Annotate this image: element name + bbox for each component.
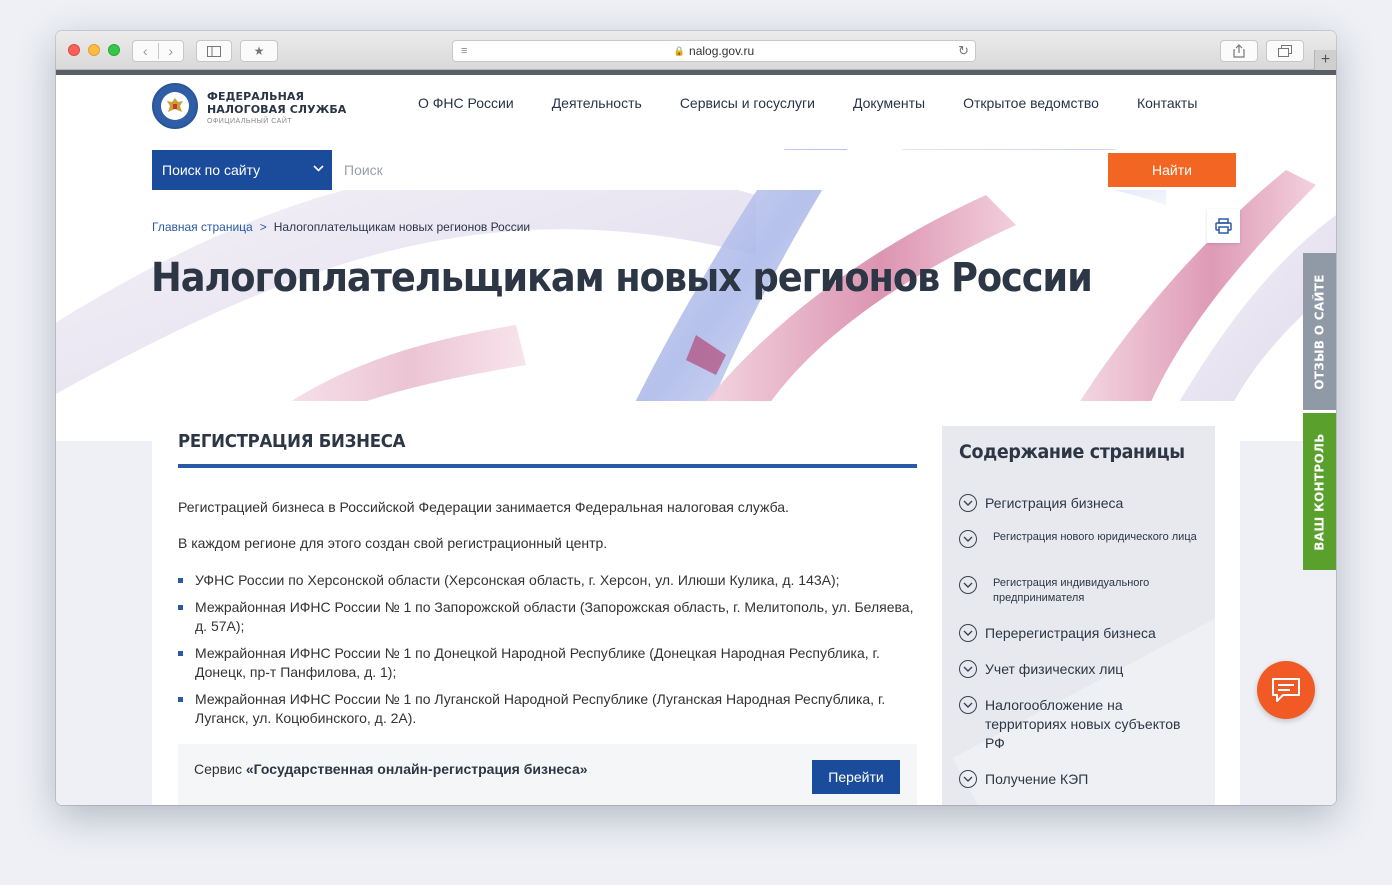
toc-item-kep[interactable]: Получение КЭП	[959, 770, 1088, 789]
main-navigation: О ФНС России Деятельность Сервисы и госу…	[418, 95, 1197, 111]
your-control-tab[interactable]: ВАШ КОНТРОЛЬ	[1303, 413, 1336, 570]
nav-item-about[interactable]: О ФНС России	[418, 95, 514, 111]
back-icon[interactable]: ‹	[133, 43, 159, 59]
chevron-down-circle-icon	[959, 530, 977, 548]
search-scope-select[interactable]: Поиск по сайту	[152, 150, 332, 190]
fns-emblem-icon[interactable]	[152, 83, 198, 129]
page-title: Налогоплательщикам новых регионов России	[151, 255, 1093, 301]
share-icon	[1233, 44, 1245, 58]
web-page: ФЕДЕРАЛЬНАЯ НАЛОГОВАЯ СЛУЖБА ОФИЦИАЛЬНЫЙ…	[56, 75, 1336, 805]
toc-item-reregistration[interactable]: Перерегистрация бизнеса	[959, 624, 1156, 643]
site-feedback-tab[interactable]: ОТЗЫВ О САЙТЕ	[1303, 253, 1336, 410]
printer-icon	[1215, 218, 1232, 234]
toc-item-business-registration[interactable]: Регистрация бизнеса	[959, 494, 1123, 513]
nav-item-services[interactable]: Сервисы и госуслуги	[680, 95, 815, 111]
search-input[interactable]	[332, 150, 1108, 190]
chat-bubble-icon	[1272, 678, 1300, 702]
close-window-button[interactable]	[68, 44, 80, 56]
toc-item-individuals[interactable]: Учет физических лиц	[959, 660, 1123, 679]
breadcrumb-home-link[interactable]: Главная страница	[152, 220, 253, 234]
share-button[interactable]	[1220, 40, 1258, 62]
list-item: Межрайонная ИФНС России № 1 по Луганской…	[178, 690, 923, 728]
chevron-down-circle-icon	[959, 660, 977, 678]
chevron-down-circle-icon	[959, 576, 977, 594]
tabs-icon	[1278, 45, 1292, 57]
chevron-down-circle-icon	[959, 770, 977, 788]
chevron-down-circle-icon	[959, 624, 977, 642]
service-go-button[interactable]: Перейти	[812, 760, 900, 794]
service-description: Сервис «Государственная онлайн-регистрац…	[194, 761, 588, 777]
chevron-down-icon	[313, 161, 324, 175]
reader-icon[interactable]: ≡	[461, 45, 467, 57]
content-card: РЕГИСТРАЦИЯ БИЗНЕСА Регистрацией бизнеса…	[152, 401, 1240, 805]
toc-item-label: Перерегистрация бизнеса	[985, 625, 1156, 641]
list-item: УФНС России по Херсонской области (Херсо…	[178, 571, 923, 590]
nav-item-contacts[interactable]: Контакты	[1137, 95, 1197, 111]
list-item: Межрайонная ИФНС России № 1 по Запорожск…	[178, 598, 923, 636]
nav-item-open-agency[interactable]: Открытое ведомство	[963, 95, 1099, 111]
zoom-window-button[interactable]	[108, 44, 120, 56]
logo-title-line2: НАЛОГОВАЯ СЛУЖБА	[207, 103, 347, 116]
bookmarks-button[interactable]: ★	[240, 40, 278, 62]
reload-icon[interactable]: ↻	[958, 43, 969, 59]
forward-icon[interactable]: ›	[159, 43, 184, 59]
chat-button[interactable]	[1257, 661, 1315, 719]
section-divider	[178, 464, 917, 468]
address-bar[interactable]: ≡ 🔒 nalog.gov.ru ↻	[452, 40, 976, 62]
table-of-contents: Содержание страницы Регистрация бизнеса …	[942, 426, 1215, 805]
history-nav: ‹ ›	[132, 40, 184, 62]
sidebar-icon	[207, 45, 221, 57]
toc-item-entrepreneur[interactable]: Регистрация индивидуального предпринимат…	[959, 576, 1189, 606]
service-prefix: Сервис	[194, 761, 246, 777]
service-banner: Сервис «Государственная онлайн-регистрац…	[178, 744, 917, 805]
list-item: Межрайонная ИФНС России № 1 по Донецкой …	[178, 644, 923, 682]
browser-toolbar: ‹ › ★ ≡ 🔒 nalog.gov.ru ↻ +	[56, 31, 1336, 70]
nav-item-documents[interactable]: Документы	[853, 95, 925, 111]
site-header: ФЕДЕРАЛЬНАЯ НАЛОГОВАЯ СЛУЖБА ОФИЦИАЛЬНЫЙ…	[56, 75, 1336, 149]
print-button[interactable]	[1207, 209, 1240, 243]
minimize-window-button[interactable]	[88, 44, 100, 56]
new-tab-button[interactable]: +	[1314, 50, 1336, 70]
your-control-label: ВАШ КОНТРОЛЬ	[1312, 432, 1327, 551]
toc-item-legal-entity[interactable]: Регистрация нового юридического лица	[959, 530, 1199, 548]
site-logo[interactable]: ФЕДЕРАЛЬНАЯ НАЛОГОВАЯ СЛУЖБА ОФИЦИАЛЬНЫЙ…	[207, 90, 346, 125]
nav-item-activity[interactable]: Деятельность	[552, 95, 642, 111]
site-feedback-label: ОТЗЫВ О САЙТЕ	[1312, 273, 1327, 390]
browser-window: ‹ › ★ ≡ 🔒 nalog.gov.ru ↻ + ФЕДЕРАЛЬНАЯ Н…	[56, 31, 1336, 805]
breadcrumb-separator: >	[259, 220, 267, 234]
regional-centers-paragraph: В каждом регионе для этого создан свой р…	[178, 535, 608, 551]
toc-item-label: Налогообложение на территориях новых суб…	[985, 697, 1181, 751]
chevron-down-circle-icon	[959, 494, 977, 512]
toc-item-label: Регистрация индивидуального предпринимат…	[993, 577, 1150, 604]
site-search: Поиск по сайту Найти	[152, 150, 1240, 190]
search-submit-button[interactable]: Найти	[1108, 153, 1236, 187]
url-text: nalog.gov.ru	[689, 44, 755, 58]
toc-item-taxation[interactable]: Налогообложение на территориях новых суб…	[959, 696, 1199, 753]
toc-item-label: Регистрация нового юридического лица	[993, 531, 1197, 543]
sidebar-toggle-button[interactable]	[196, 40, 232, 62]
show-tabs-button[interactable]	[1266, 40, 1304, 62]
toc-item-label: Регистрация бизнеса	[985, 495, 1124, 511]
logo-title-line1: ФЕДЕРАЛЬНАЯ	[207, 90, 305, 103]
registration-centers-list: УФНС России по Херсонской области (Херсо…	[178, 571, 923, 736]
toc-item-label: Получение КЭП	[985, 771, 1089, 787]
service-name: «Государственная онлайн-регистрация бизн…	[245, 761, 588, 777]
eagle-icon	[161, 92, 189, 120]
breadcrumb: Главная страница > Налогоплательщикам но…	[152, 220, 530, 234]
breadcrumb-current: Налогоплательщикам новых регионов России	[273, 220, 531, 234]
chevron-down-circle-icon	[959, 696, 977, 714]
search-scope-label: Поиск по сайту	[162, 162, 261, 178]
toc-item-label: Учет физических лиц	[985, 661, 1124, 677]
star-icon: ★	[253, 44, 265, 58]
section-heading: РЕГИСТРАЦИЯ БИЗНЕСА	[178, 431, 406, 452]
logo-subtitle: ОФИЦИАЛЬНЫЙ САЙТ	[207, 118, 293, 125]
lock-icon: 🔒	[673, 45, 686, 56]
intro-paragraph: Регистрацией бизнеса в Российской Федера…	[178, 499, 789, 515]
toc-title: Содержание страницы	[959, 441, 1185, 463]
